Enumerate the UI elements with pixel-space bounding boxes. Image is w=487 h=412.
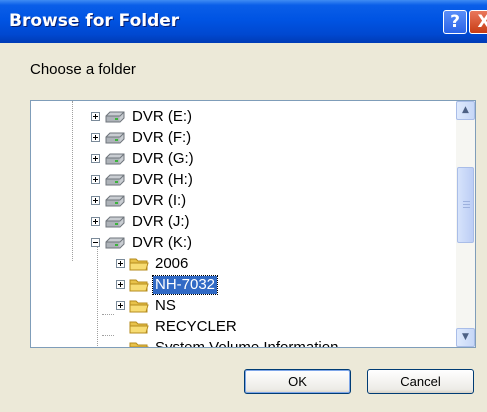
tree-item-label: 2006 [155,254,189,272]
help-button[interactable]: ? [443,10,467,34]
tree-item-drive[interactable]: DVR (F:) [91,127,193,148]
thumb-grip-line [463,201,470,202]
tree-item-label: NS [155,296,176,314]
scroll-down-arrow-icon[interactable]: ▼ [456,328,475,347]
close-icon: X [477,12,487,32]
tree-item-label: RECYCLER [155,317,237,335]
tree-item-drive[interactable]: DVR (G:) [91,148,196,169]
tree-item-folder[interactable]: NH-7032 [116,274,219,295]
expand-icon[interactable] [91,196,100,205]
expand-icon[interactable] [91,154,100,163]
browse-for-folder-dialog: Browse for Folder ? X Choose a folder DV… [0,0,487,412]
tree-item-folder[interactable]: System Volume Information [116,337,340,348]
drive-icon [105,153,125,164]
tree-item-folder[interactable]: 2006 [116,253,190,274]
vertical-scrollbar[interactable]: ▲ ▼ [456,101,475,347]
folder-icon [129,258,149,270]
tree-item-label: NH-7032 [151,274,219,295]
tree-item-label: DVR (G:) [132,149,194,167]
tree-item-label: DVR (J:) [132,212,190,230]
expand-icon[interactable] [116,280,125,289]
close-button[interactable]: X [469,10,487,34]
title-bar[interactable]: Browse for Folder ? X [0,0,487,43]
tree-item-drive[interactable]: DVR (E:) [91,106,194,127]
tree-item-label: DVR (E:) [132,107,192,125]
prompt-text: Choose a folder [30,61,136,78]
tree-item-drive[interactable]: DVR (K:) [91,232,194,253]
tree-item-drive[interactable]: DVR (H:) [91,169,195,190]
scrollbar-thumb[interactable] [457,167,474,243]
tree-item-label: DVR (F:) [132,128,192,146]
tree-connector-line [102,335,114,336]
ok-button[interactable]: OK [244,369,351,394]
expand-icon[interactable] [91,112,100,121]
expand-icon[interactable] [116,259,125,268]
drive-icon [105,237,125,248]
collapse-icon[interactable] [91,238,100,247]
tree-connector-line [102,314,114,315]
folder-tree[interactable]: DVR (E:) DVR (F:) DVR (G:) DVR (H:) DVR (I:)… [30,100,476,348]
thumb-grip-line [463,207,470,208]
help-icon: ? [450,12,460,32]
tree-item-label: DVR (K:) [132,233,192,251]
folder-tree-viewport: DVR (E:) DVR (F:) DVR (G:) DVR (H:) DVR (I:)… [31,101,456,348]
drive-icon [105,132,125,143]
drive-icon [105,111,125,122]
drive-icon [105,174,125,185]
folder-icon [129,321,149,333]
tree-item-folder[interactable]: NS [116,295,178,316]
cancel-button[interactable]: Cancel [367,369,474,394]
expand-icon[interactable] [91,175,100,184]
tree-connector-line [72,101,73,261]
folder-icon [129,300,149,312]
scroll-up-arrow-icon[interactable]: ▲ [456,101,475,120]
tree-connector-line [97,246,98,346]
tree-item-drive[interactable]: DVR (J:) [91,211,192,232]
tree-item-label: DVR (H:) [132,170,193,188]
tree-item-folder[interactable]: RECYCLER [116,316,239,337]
expand-icon[interactable] [91,133,100,142]
folder-icon [129,279,149,291]
tree-item-label: DVR (I:) [132,191,187,209]
tree-item-drive[interactable]: DVR (I:) [91,190,188,211]
expand-icon[interactable] [116,301,125,310]
tree-item-label: System Volume Information [155,338,339,348]
drive-icon [105,216,125,227]
dialog-title: Browse for Folder [9,11,180,31]
expand-icon[interactable] [91,217,100,226]
drive-icon [105,195,125,206]
folder-icon [129,342,149,347]
thumb-grip-line [463,204,470,205]
